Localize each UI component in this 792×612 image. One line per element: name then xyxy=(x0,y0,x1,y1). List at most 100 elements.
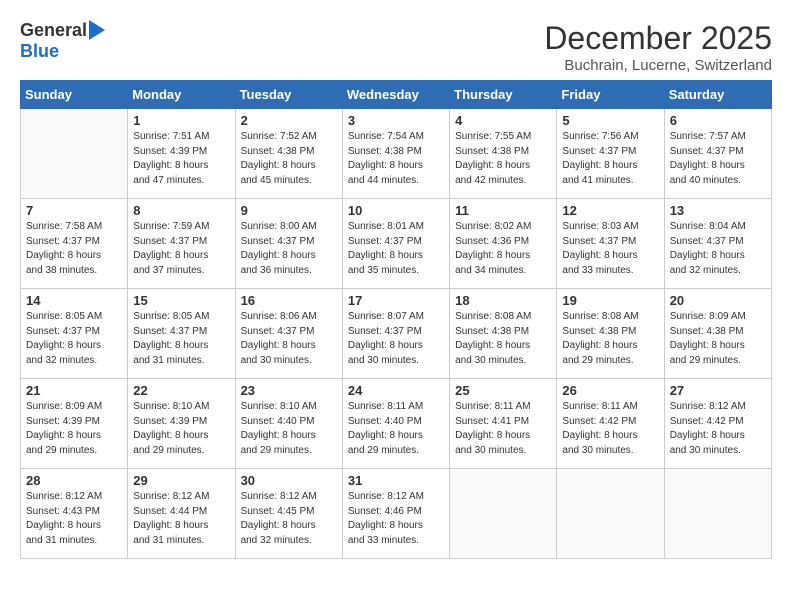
day-info: Sunrise: 7:51 AMSunset: 4:39 PMDaylight:… xyxy=(133,130,229,188)
day-of-week-header: Saturday xyxy=(664,81,771,109)
calendar-cell: 2 Sunrise: 7:52 AMSunset: 4:38 PMDaylight… xyxy=(235,109,342,199)
calendar-week-row: 21 Sunrise: 8:09 AMSunset: 4:39 PMDayligh… xyxy=(21,379,772,469)
day-info: Sunrise: 8:12 AMSunset: 4:42 PMDaylight:… xyxy=(670,400,766,458)
day-number: 19 xyxy=(562,293,658,308)
calendar-cell: 28 Sunrise: 8:12 AMSunset: 4:43 PMDayligh… xyxy=(21,469,128,559)
calendar-cell: 5Sunrise: 7:56 AMSunset: 4:37 PMDaylight… xyxy=(557,109,664,199)
day-number: 15 xyxy=(133,293,229,308)
location: Buchrain, Lucerne, Switzerland xyxy=(544,57,772,74)
day-number: 8 xyxy=(133,203,229,218)
calendar-cell: 8 Sunrise: 7:59 AMSunset: 4:37 PMDaylight… xyxy=(128,199,235,289)
day-number: 29 xyxy=(133,473,229,488)
day-of-week-header: Thursday xyxy=(450,81,557,109)
day-number: 4 xyxy=(455,113,551,128)
day-number: 2 xyxy=(241,113,337,128)
calendar-cell: 15 Sunrise: 8:05 AMSunset: 4:37 PMDayligh… xyxy=(128,289,235,379)
calendar-cell: 25 Sunrise: 8:11 AMSunset: 4:41 PMDayligh… xyxy=(450,379,557,469)
day-info: Sunrise: 7:55 AMSunset: 4:38 PMDaylight:… xyxy=(455,130,551,188)
day-info: Sunrise: 7:56 AMSunset: 4:37 PMDaylight:… xyxy=(562,130,658,188)
day-info: Sunrise: 8:01 AMSunset: 4:37 PMDaylight:… xyxy=(348,220,444,278)
day-info: Sunrise: 8:08 AMSunset: 4:38 PMDaylight:… xyxy=(455,310,551,368)
day-number: 21 xyxy=(26,383,122,398)
logo-blue-text: Blue xyxy=(20,41,59,62)
calendar-body: 1 Sunrise: 7:51 AMSunset: 4:39 PMDaylight… xyxy=(21,109,772,559)
day-info: Sunrise: 8:09 AMSunset: 4:39 PMDaylight:… xyxy=(26,400,122,458)
calendar-cell: 27 Sunrise: 8:12 AMSunset: 4:42 PMDayligh… xyxy=(664,379,771,469)
calendar-cell: 11Sunrise: 8:02 AMSunset: 4:36 PMDayligh… xyxy=(450,199,557,289)
day-of-week-header: Monday xyxy=(128,81,235,109)
day-number: 24 xyxy=(348,383,444,398)
day-info: Sunrise: 8:12 AMSunset: 4:46 PMDaylight:… xyxy=(348,490,444,548)
day-info: Sunrise: 8:12 AMSunset: 4:44 PMDaylight:… xyxy=(133,490,229,548)
day-info: Sunrise: 7:52 AMSunset: 4:38 PMDaylight:… xyxy=(241,130,337,188)
day-number: 3 xyxy=(348,113,444,128)
day-number: 10 xyxy=(348,203,444,218)
day-info: Sunrise: 8:10 AMSunset: 4:39 PMDaylight:… xyxy=(133,400,229,458)
day-info: Sunrise: 8:00 AMSunset: 4:37 PMDaylight:… xyxy=(241,220,337,278)
calendar-cell: 7 Sunrise: 7:58 AMSunset: 4:37 PMDaylight… xyxy=(21,199,128,289)
calendar-cell: 10 Sunrise: 8:01 AMSunset: 4:37 PMDayligh… xyxy=(342,199,449,289)
calendar-cell: 31Sunrise: 8:12 AMSunset: 4:46 PMDayligh… xyxy=(342,469,449,559)
calendar-table: SundayMondayTuesdayWednesdayThursdayFrid… xyxy=(20,80,772,559)
calendar-cell: 22Sunrise: 8:10 AMSunset: 4:39 PMDayligh… xyxy=(128,379,235,469)
day-info: Sunrise: 7:58 AMSunset: 4:37 PMDaylight:… xyxy=(26,220,122,278)
day-number: 27 xyxy=(670,383,766,398)
calendar-cell: 14Sunrise: 8:05 AMSunset: 4:37 PMDayligh… xyxy=(21,289,128,379)
day-info: Sunrise: 8:05 AMSunset: 4:37 PMDaylight:… xyxy=(26,310,122,368)
calendar-week-row: 7 Sunrise: 7:58 AMSunset: 4:37 PMDaylight… xyxy=(21,199,772,289)
calendar-week-row: 1 Sunrise: 7:51 AMSunset: 4:39 PMDaylight… xyxy=(21,109,772,199)
day-info: Sunrise: 8:08 AMSunset: 4:38 PMDaylight:… xyxy=(562,310,658,368)
calendar-cell: 12 Sunrise: 8:03 AMSunset: 4:37 PMDayligh… xyxy=(557,199,664,289)
day-number: 12 xyxy=(562,203,658,218)
calendar-cell: 13 Sunrise: 8:04 AMSunset: 4:37 PMDayligh… xyxy=(664,199,771,289)
calendar-cell xyxy=(450,469,557,559)
day-info: Sunrise: 8:11 AMSunset: 4:41 PMDaylight:… xyxy=(455,400,551,458)
day-info: Sunrise: 8:10 AMSunset: 4:40 PMDaylight:… xyxy=(241,400,337,458)
day-info: Sunrise: 7:54 AMSunset: 4:38 PMDaylight:… xyxy=(348,130,444,188)
day-info: Sunrise: 8:05 AMSunset: 4:37 PMDaylight:… xyxy=(133,310,229,368)
day-number: 30 xyxy=(241,473,337,488)
calendar-cell xyxy=(664,469,771,559)
calendar-cell: 21 Sunrise: 8:09 AMSunset: 4:39 PMDayligh… xyxy=(21,379,128,469)
day-info: Sunrise: 8:04 AMSunset: 4:37 PMDaylight:… xyxy=(670,220,766,278)
day-info: Sunrise: 8:06 AMSunset: 4:37 PMDaylight:… xyxy=(241,310,337,368)
day-number: 9 xyxy=(241,203,337,218)
day-of-week-header: Tuesday xyxy=(235,81,342,109)
calendar-cell: 4 Sunrise: 7:55 AMSunset: 4:38 PMDaylight… xyxy=(450,109,557,199)
day-number: 17 xyxy=(348,293,444,308)
day-info: Sunrise: 7:57 AMSunset: 4:37 PMDaylight:… xyxy=(670,130,766,188)
day-number: 1 xyxy=(133,113,229,128)
calendar-cell: 29 Sunrise: 8:12 AMSunset: 4:44 PMDayligh… xyxy=(128,469,235,559)
title-block: December 2025 Buchrain, Lucerne, Switzer… xyxy=(544,20,772,74)
page-header: General Blue December 2025 Buchrain, Luc… xyxy=(20,20,772,74)
calendar-cell: 6 Sunrise: 7:57 AMSunset: 4:37 PMDaylight… xyxy=(664,109,771,199)
calendar-header-row: SundayMondayTuesdayWednesdayThursdayFrid… xyxy=(21,81,772,109)
calendar-cell: 23 Sunrise: 8:10 AMSunset: 4:40 PMDayligh… xyxy=(235,379,342,469)
calendar-cell: 9 Sunrise: 8:00 AMSunset: 4:37 PMDaylight… xyxy=(235,199,342,289)
calendar-cell: 30Sunrise: 8:12 AMSunset: 4:45 PMDayligh… xyxy=(235,469,342,559)
logo: General Blue xyxy=(20,20,105,62)
calendar-cell: 17Sunrise: 8:07 AMSunset: 4:37 PMDayligh… xyxy=(342,289,449,379)
calendar-week-row: 28 Sunrise: 8:12 AMSunset: 4:43 PMDayligh… xyxy=(21,469,772,559)
day-number: 26 xyxy=(562,383,658,398)
day-number: 28 xyxy=(26,473,122,488)
day-number: 6 xyxy=(670,113,766,128)
day-number: 25 xyxy=(455,383,551,398)
day-info: Sunrise: 7:59 AMSunset: 4:37 PMDaylight:… xyxy=(133,220,229,278)
day-info: Sunrise: 8:11 AMSunset: 4:40 PMDaylight:… xyxy=(348,400,444,458)
calendar-cell: 24 Sunrise: 8:11 AMSunset: 4:40 PMDayligh… xyxy=(342,379,449,469)
calendar-week-row: 14Sunrise: 8:05 AMSunset: 4:37 PMDayligh… xyxy=(21,289,772,379)
calendar-cell: 19 Sunrise: 8:08 AMSunset: 4:38 PMDayligh… xyxy=(557,289,664,379)
day-of-week-header: Sunday xyxy=(21,81,128,109)
day-number: 7 xyxy=(26,203,122,218)
calendar-cell: 3 Sunrise: 7:54 AMSunset: 4:38 PMDaylight… xyxy=(342,109,449,199)
day-of-week-header: Friday xyxy=(557,81,664,109)
day-info: Sunrise: 8:02 AMSunset: 4:36 PMDaylight:… xyxy=(455,220,551,278)
calendar-cell xyxy=(21,109,128,199)
calendar-cell: 20Sunrise: 8:09 AMSunset: 4:38 PMDayligh… xyxy=(664,289,771,379)
day-info: Sunrise: 8:03 AMSunset: 4:37 PMDaylight:… xyxy=(562,220,658,278)
day-number: 23 xyxy=(241,383,337,398)
day-number: 13 xyxy=(670,203,766,218)
day-info: Sunrise: 8:12 AMSunset: 4:43 PMDaylight:… xyxy=(26,490,122,548)
calendar-cell: 26Sunrise: 8:11 AMSunset: 4:42 PMDayligh… xyxy=(557,379,664,469)
